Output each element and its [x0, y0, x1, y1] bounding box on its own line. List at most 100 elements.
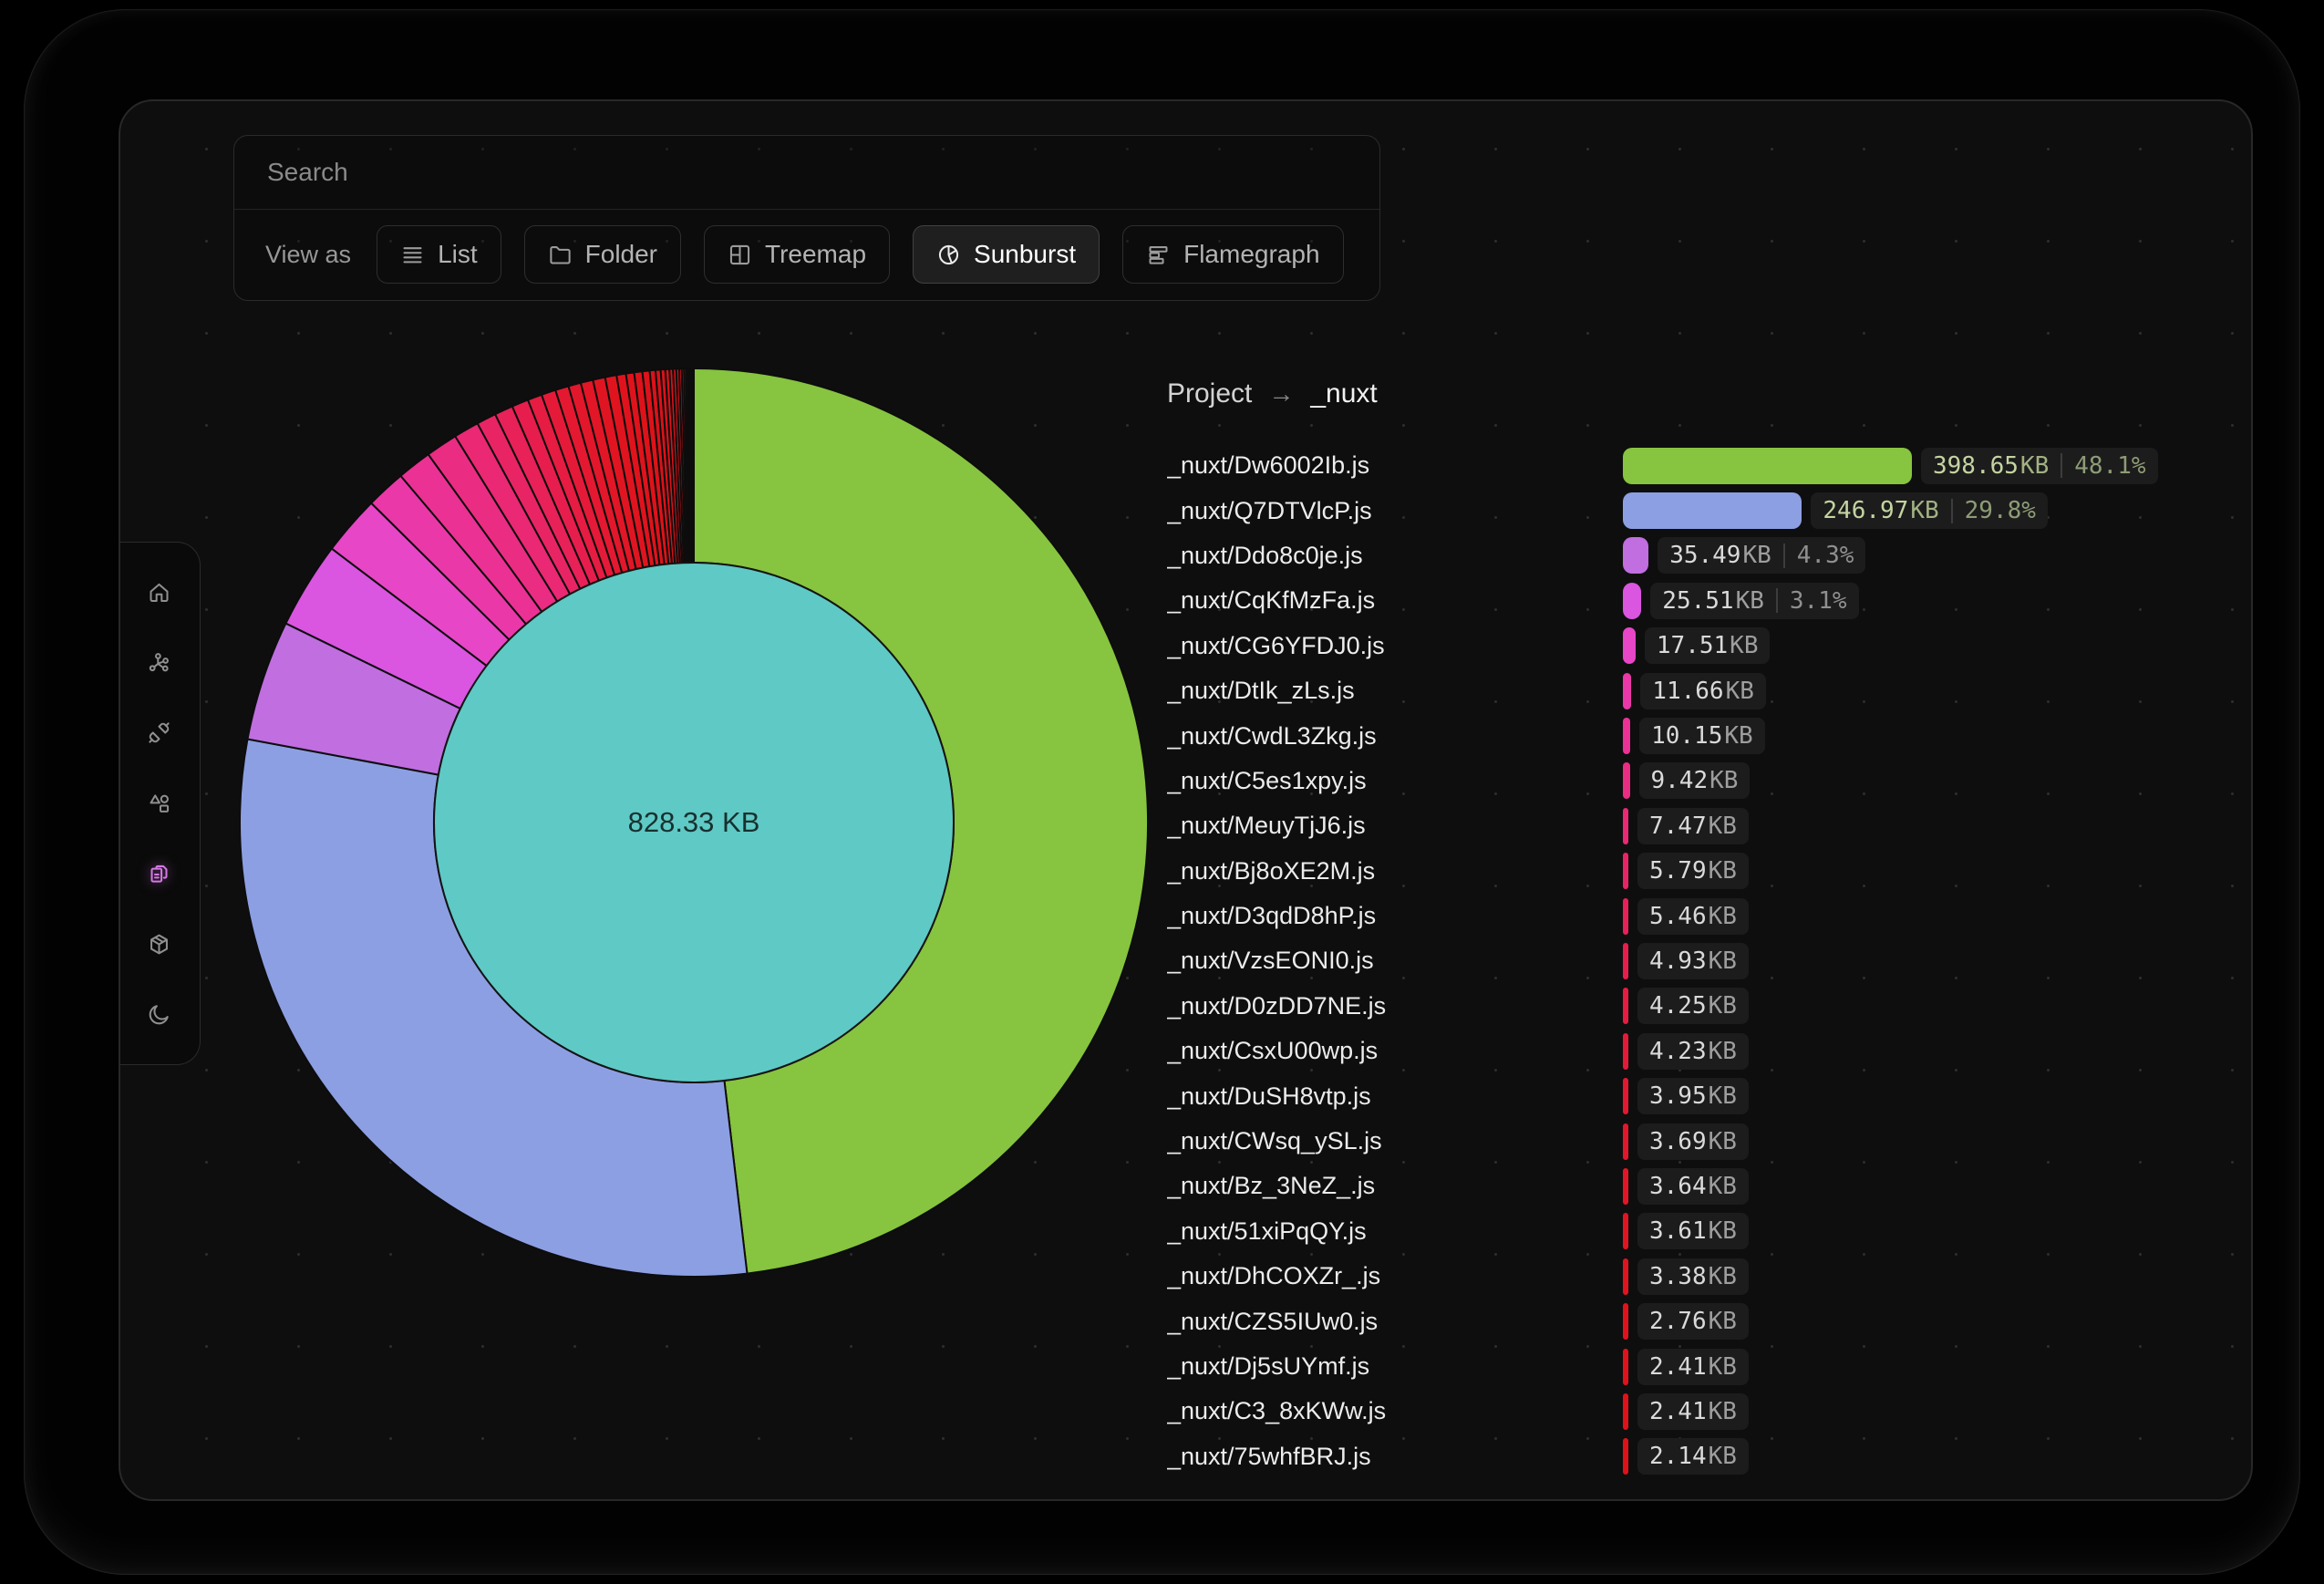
- file-row[interactable]: _nuxt/Bz_3NeZ_.js 3.64 KB: [1167, 1164, 2251, 1208]
- sidebar-item-home[interactable]: [133, 565, 186, 618]
- file-size-unit: KB: [1708, 1262, 1737, 1290]
- chip-divider: [1775, 588, 1778, 614]
- file-percent: 3.1%: [1789, 586, 1847, 615]
- file-row[interactable]: _nuxt/CG6YFDJ0.js 17.51 KB: [1167, 624, 2251, 668]
- treemap-icon: [728, 243, 752, 267]
- package-icon: [147, 932, 171, 957]
- file-size-bar: [1623, 1032, 1628, 1070]
- file-size-chip: 3.61 KB: [1637, 1213, 1749, 1250]
- file-size-value: 7.47: [1649, 812, 1707, 840]
- file-size-bar: [1623, 582, 1642, 619]
- file-size-value: 246.97: [1823, 497, 1909, 525]
- file-name: _nuxt/VzsEONI0.js: [1167, 947, 1374, 975]
- file-row[interactable]: _nuxt/D0zDD7NE.js 4.25 KB: [1167, 984, 2251, 1029]
- file-row[interactable]: _nuxt/Bj8oXE2M.js 5.79 KB: [1167, 849, 2251, 894]
- file-size-unit: KB: [1708, 1217, 1737, 1246]
- file-name: _nuxt/Ddo8c0je.js: [1167, 541, 1363, 569]
- file-size-bar: [1623, 988, 1628, 1025]
- file-size-value: 3.95: [1649, 1082, 1707, 1111]
- file-size-bar: [1623, 807, 1628, 844]
- file-row[interactable]: _nuxt/DtIk_zLs.js 11.66 KB: [1167, 668, 2251, 713]
- file-row[interactable]: _nuxt/CZS5IUw0.js 2.76 KB: [1167, 1299, 2251, 1343]
- file-name: _nuxt/Dw6002Ib.js: [1167, 451, 1370, 480]
- file-size-chip: 398.65 KB 48.1%: [1921, 447, 2158, 484]
- sidebar-item-shapes[interactable]: [133, 777, 186, 830]
- file-row[interactable]: _nuxt/C5es1xpy.js 9.42 KB: [1167, 759, 2251, 803]
- file-row[interactable]: _nuxt/51xiPqQY.js 3.61 KB: [1167, 1209, 2251, 1254]
- file-size-unit: KB: [1708, 1352, 1737, 1381]
- file-name: _nuxt/DhCOXZr_.js: [1167, 1262, 1381, 1290]
- file-size-unit: KB: [1708, 1443, 1737, 1471]
- sidebar-item-moon[interactable]: [133, 989, 186, 1041]
- file-name: _nuxt/CsxU00wp.js: [1167, 1037, 1379, 1065]
- tab-list[interactable]: List: [377, 225, 501, 284]
- file-size-chip: 4.93 KB: [1637, 942, 1749, 979]
- file-size-chip: 3.69 KB: [1637, 1123, 1749, 1160]
- file-row[interactable]: _nuxt/DhCOXZr_.js 3.38 KB: [1167, 1254, 2251, 1299]
- tab-treemap[interactable]: Treemap: [704, 225, 891, 284]
- tab-label: Sunburst: [974, 240, 1077, 268]
- tab-folder[interactable]: Folder: [523, 225, 682, 284]
- file-percent: 4.3%: [1796, 542, 1854, 570]
- file-row[interactable]: _nuxt/DuSH8vtp.js 3.95 KB: [1167, 1073, 2251, 1118]
- view-as-label: View as: [265, 240, 352, 268]
- sidebar-item-package[interactable]: [133, 918, 186, 971]
- plug-icon: [147, 720, 171, 745]
- file-size-chip: 35.49 KB 4.3%: [1658, 537, 1866, 575]
- sidebar-item-files[interactable]: [133, 847, 186, 900]
- file-size-bar: [1623, 447, 1912, 484]
- tablet-frame: View as List Folder Treemap Sunburst Fla…: [24, 9, 2300, 1575]
- breadcrumb-root[interactable]: Project: [1167, 378, 1252, 409]
- file-row[interactable]: _nuxt/CqKfMzFa.js 25.51 KB 3.1%: [1167, 578, 2251, 623]
- file-size-chip: 5.79 KB: [1637, 853, 1749, 890]
- file-row[interactable]: _nuxt/Dj5sUYmf.js 2.41 KB: [1167, 1344, 2251, 1389]
- file-row[interactable]: _nuxt/C3_8xKWw.js 2.41 KB: [1167, 1389, 2251, 1434]
- file-row[interactable]: _nuxt/VzsEONI0.js 4.93 KB: [1167, 938, 2251, 983]
- breadcrumb: Project → _nuxt: [1167, 378, 1378, 409]
- file-row[interactable]: _nuxt/Q7DTVlcP.js 246.97 KB 29.8%: [1167, 488, 2251, 533]
- file-row[interactable]: _nuxt/MeuyTjJ6.js 7.47 KB: [1167, 803, 2251, 848]
- file-size-bar: [1623, 942, 1628, 979]
- view-mode-switcher: View as List Folder Treemap Sunburst Fla…: [234, 210, 1379, 299]
- shapes-icon: [147, 792, 171, 816]
- file-size-value: 10.15: [1651, 722, 1723, 751]
- file-row[interactable]: _nuxt/CsxU00wp.js 4.23 KB: [1167, 1029, 2251, 1073]
- file-size-value: 3.69: [1649, 1127, 1707, 1155]
- file-name: _nuxt/75whfBRJ.js: [1167, 1442, 1371, 1470]
- file-size-unit: KB: [1708, 857, 1737, 885]
- file-size-bar: [1623, 718, 1631, 755]
- file-size-unit: KB: [1709, 767, 1739, 795]
- breadcrumb-arrow-icon: →: [1268, 379, 1295, 408]
- tab-label: Folder: [584, 240, 658, 268]
- file-size-value: 3.38: [1649, 1262, 1707, 1290]
- file-row[interactable]: _nuxt/CWsq_ySL.js 3.69 KB: [1167, 1119, 2251, 1164]
- file-size-chip: 5.46 KB: [1637, 897, 1749, 935]
- file-row[interactable]: _nuxt/75whfBRJ.js 2.14 KB: [1167, 1434, 2251, 1479]
- file-size-unit: KB: [1708, 1037, 1737, 1065]
- file-size-bar: [1623, 762, 1630, 800]
- file-size-chip: 2.14 KB: [1637, 1438, 1749, 1475]
- sunburst-segment[interactable]: unlisted: [692, 367, 695, 564]
- tab-sunburst[interactable]: Sunburst: [913, 225, 1100, 284]
- total-size-label: 828.33 KB: [628, 806, 760, 838]
- file-size-bar: [1623, 1303, 1628, 1341]
- tab-flamegraph[interactable]: Flamegraph: [1122, 225, 1344, 284]
- file-row[interactable]: _nuxt/D3qdD8hP.js 5.46 KB: [1167, 894, 2251, 938]
- file-row[interactable]: _nuxt/Dw6002Ib.js 398.65 KB 48.1%: [1167, 443, 2251, 488]
- file-name: _nuxt/Dj5sUYmf.js: [1167, 1352, 1370, 1380]
- file-size-value: 398.65: [1933, 451, 2019, 480]
- file-size-chip: 10.15 KB: [1639, 718, 1765, 755]
- file-name: _nuxt/MeuyTjJ6.js: [1167, 812, 1366, 840]
- sidebar-item-workflow[interactable]: [133, 637, 186, 689]
- file-row[interactable]: _nuxt/Ddo8c0je.js 35.49 KB 4.3%: [1167, 533, 2251, 578]
- sidebar-item-plug[interactable]: [133, 707, 186, 760]
- file-name: _nuxt/DtIk_zLs.js: [1167, 677, 1355, 705]
- file-row[interactable]: _nuxt/CwdL3Zkg.js 10.15 KB: [1167, 713, 2251, 758]
- file-size-chip: 3.38 KB: [1637, 1258, 1749, 1295]
- home-icon: [147, 580, 171, 605]
- file-size-value: 2.14: [1649, 1443, 1707, 1471]
- sidebar: [120, 542, 201, 1065]
- file-size-value: 35.49: [1669, 542, 1741, 570]
- file-size-bar: [1623, 1078, 1628, 1115]
- search-input[interactable]: [265, 157, 1348, 188]
